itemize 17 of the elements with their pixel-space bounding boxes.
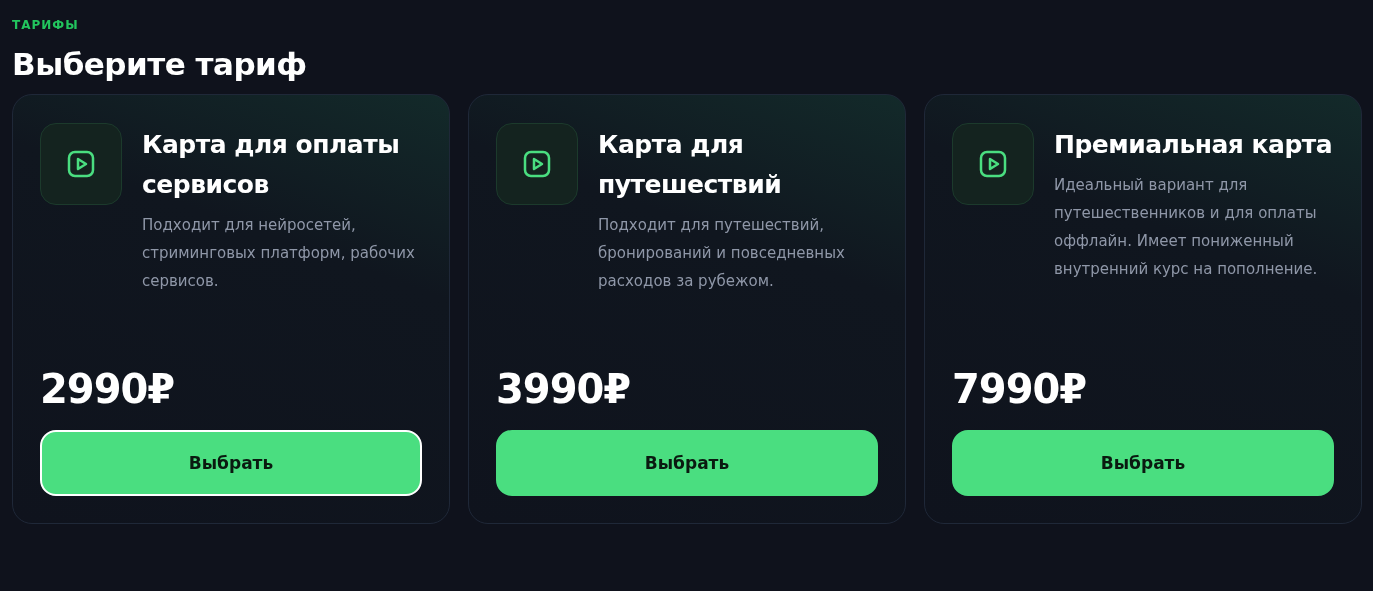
- plan-price: 2990₽: [40, 366, 176, 412]
- select-button[interactable]: Выбрать: [40, 430, 422, 496]
- section-label: ТАРИФЫ: [12, 18, 80, 32]
- play-icon: [67, 150, 95, 178]
- select-button[interactable]: Выбрать: [952, 430, 1334, 496]
- plan-title: Карта для путешествий: [598, 129, 783, 201]
- play-icon: [523, 150, 551, 178]
- page-heading: Выберите тариф: [12, 46, 308, 82]
- plan-description: Подходит для нейросетей, стриминговых платформ, рабочих сервисов.: [142, 215, 416, 292]
- plan-description: Идеальный вариант для путешественников и для оплаты оффлайн. Имеет пониженный внутренний курс на пополнение.: [1054, 175, 1319, 280]
- plan-description: Подходит для путешествий, бронирований и повседневных расходов за рубежом.: [598, 215, 846, 292]
- plan-title: Карта для оплаты сервисов: [142, 129, 401, 201]
- select-button[interactable]: Выбрать: [496, 430, 878, 496]
- plan-price: 7990₽: [952, 366, 1088, 412]
- play-icon: [979, 150, 1007, 178]
- plan-price: 3990₽: [496, 366, 632, 412]
- plan-title: Премиальная карта: [1054, 129, 1334, 161]
